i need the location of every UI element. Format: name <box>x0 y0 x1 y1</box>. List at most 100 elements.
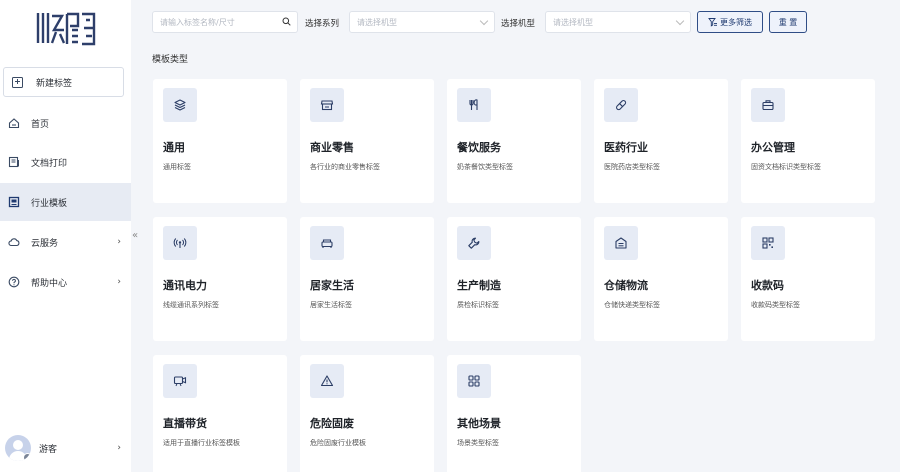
card-desc: 适用于直播行业标签模板 <box>163 439 240 447</box>
search-input[interactable]: 请输入标签名称/尺寸 <box>152 11 298 33</box>
template-card-office[interactable]: 办公管理 固资文档标识类型标签 <box>741 79 875 203</box>
card-desc: 各行业的商业零售标签 <box>310 163 380 171</box>
card-title: 医药行业 <box>604 141 648 154</box>
sidebar-item-label: 云服务 <box>31 238 59 249</box>
card-icon-box <box>751 226 785 260</box>
template-card-other-scenes[interactable]: 其他场景 场景类型标签 <box>447 355 581 472</box>
new-label-text: 新建标签 <box>36 78 73 89</box>
card-icon-box <box>163 88 197 122</box>
wrench-icon <box>468 237 480 249</box>
card-title: 办公管理 <box>751 141 795 154</box>
template-card-catering[interactable]: 餐饮服务 奶茶餐饮类型标签 <box>447 79 581 203</box>
brand-logo[interactable] <box>34 10 96 48</box>
card-icon-box <box>163 364 197 398</box>
template-card-retail[interactable]: 商业零售 各行业的商业零售标签 <box>300 79 434 203</box>
template-card-hazardous-waste[interactable]: 危险固废 危险固废行业模板 <box>300 355 434 472</box>
sidebar-item-label: 帮助中心 <box>31 278 68 289</box>
card-icon-box <box>163 226 197 260</box>
store-icon <box>320 100 334 111</box>
status-dot-icon <box>23 453 31 461</box>
reset-label: 重 置 <box>778 17 798 27</box>
utensils-icon <box>469 99 478 110</box>
sidebar-item-label: 行业模板 <box>31 198 68 209</box>
card-desc: 固资文档标识类型标签 <box>751 163 821 171</box>
new-label-button[interactable]: 新建标签 <box>3 67 124 97</box>
model-label: 选择机型 <box>501 19 536 29</box>
card-title: 通讯电力 <box>163 279 207 292</box>
card-title: 危险固废 <box>310 417 354 430</box>
card-icon-box <box>604 88 638 122</box>
sidebar-item-label: 首页 <box>31 119 50 130</box>
cloud-icon <box>8 236 20 248</box>
search-icon[interactable] <box>282 17 291 26</box>
signal-icon <box>173 238 187 248</box>
card-title: 直播带货 <box>163 417 207 430</box>
document-print-icon <box>8 156 20 168</box>
template-card-payment-code[interactable]: 收款码 收款码类型标签 <box>741 217 875 341</box>
live-stream-icon <box>173 376 187 387</box>
warning-icon <box>320 375 334 387</box>
sofa-icon <box>321 239 333 248</box>
sidebar-item-home[interactable]: 首页 <box>0 104 131 142</box>
model-placeholder: 请选择机型 <box>553 17 593 27</box>
template-card-home-living[interactable]: 居家生活 居家生活标签 <box>300 217 434 341</box>
card-icon-box <box>604 226 638 260</box>
more-filters-button[interactable]: 更多筛选 <box>697 11 763 33</box>
sidebar: 新建标签 首页 文档打印 行业模板 云服务 › 帮助中心 › 游客 › <box>0 0 131 472</box>
card-desc: 场景类型标签 <box>457 439 499 447</box>
chevron-right-icon: › <box>117 443 121 453</box>
chevron-down-icon <box>675 16 685 26</box>
card-desc: 奶茶餐饮类型标签 <box>457 163 513 171</box>
card-icon-box <box>457 226 491 260</box>
grid-icon <box>468 375 480 387</box>
warehouse-icon <box>615 237 627 249</box>
card-icon-box <box>751 88 785 122</box>
series-label: 选择系列 <box>305 19 340 29</box>
layers-icon <box>174 99 186 111</box>
card-title: 居家生活 <box>310 279 354 292</box>
sidebar-item-label: 文档打印 <box>31 158 68 169</box>
card-title: 餐饮服务 <box>457 141 501 154</box>
section-title: 模板类型 <box>152 55 189 65</box>
card-desc: 医院药店类型标签 <box>604 163 660 171</box>
card-icon-box <box>310 88 344 122</box>
card-desc: 危险固废行业模板 <box>310 439 366 447</box>
sidebar-item-industry-templates[interactable]: 行业模板 <box>0 183 131 221</box>
template-card-medical[interactable]: 医药行业 医院药店类型标签 <box>594 79 728 203</box>
reset-button[interactable]: 重 置 <box>769 11 807 33</box>
card-desc: 收款码类型标签 <box>751 301 800 309</box>
chevron-right-icon: › <box>117 277 121 287</box>
search-placeholder: 请输入标签名称/尺寸 <box>160 17 235 27</box>
briefcase-icon <box>762 100 774 111</box>
card-desc: 通用标签 <box>163 163 191 171</box>
user-name: 游客 <box>39 444 58 455</box>
avatar <box>5 435 31 461</box>
card-title: 收款码 <box>751 279 784 292</box>
template-card-manufacturing[interactable]: 生产制造 质检标识标签 <box>447 217 581 341</box>
more-filters-label: 更多筛选 <box>720 17 752 27</box>
template-card-warehouse-logistics[interactable]: 仓储物流 仓储快递类型标签 <box>594 217 728 341</box>
collapse-sidebar-icon[interactable]: « <box>132 230 138 241</box>
card-title: 仓储物流 <box>604 279 648 292</box>
card-title: 商业零售 <box>310 141 354 154</box>
card-icon-box <box>310 226 344 260</box>
sidebar-item-help-center[interactable]: 帮助中心 › <box>0 263 131 301</box>
user-profile[interactable]: 游客 › <box>5 434 131 462</box>
filter-icon <box>708 18 717 27</box>
sidebar-item-document-print[interactable]: 文档打印 <box>0 143 131 181</box>
help-icon <box>8 276 20 288</box>
template-card-telecom-power[interactable]: 通讯电力 线缆通讯系列标签 <box>153 217 287 341</box>
template-card-live-commerce[interactable]: 直播带货 适用于直播行业标签模板 <box>153 355 287 472</box>
chevron-down-icon <box>479 16 489 26</box>
series-select[interactable]: 请选择机型 <box>349 11 495 33</box>
pill-icon <box>616 100 627 111</box>
card-title: 生产制造 <box>457 279 501 292</box>
template-card-general[interactable]: 通用 通用标签 <box>153 79 287 203</box>
card-desc: 仓储快递类型标签 <box>604 301 660 309</box>
sidebar-item-cloud-service[interactable]: 云服务 › <box>0 223 131 261</box>
card-desc: 居家生活标签 <box>310 301 352 309</box>
model-select[interactable]: 请选择机型 <box>545 11 691 33</box>
template-icon <box>8 196 20 208</box>
home-icon <box>8 117 20 129</box>
card-title: 其他场景 <box>457 417 501 430</box>
